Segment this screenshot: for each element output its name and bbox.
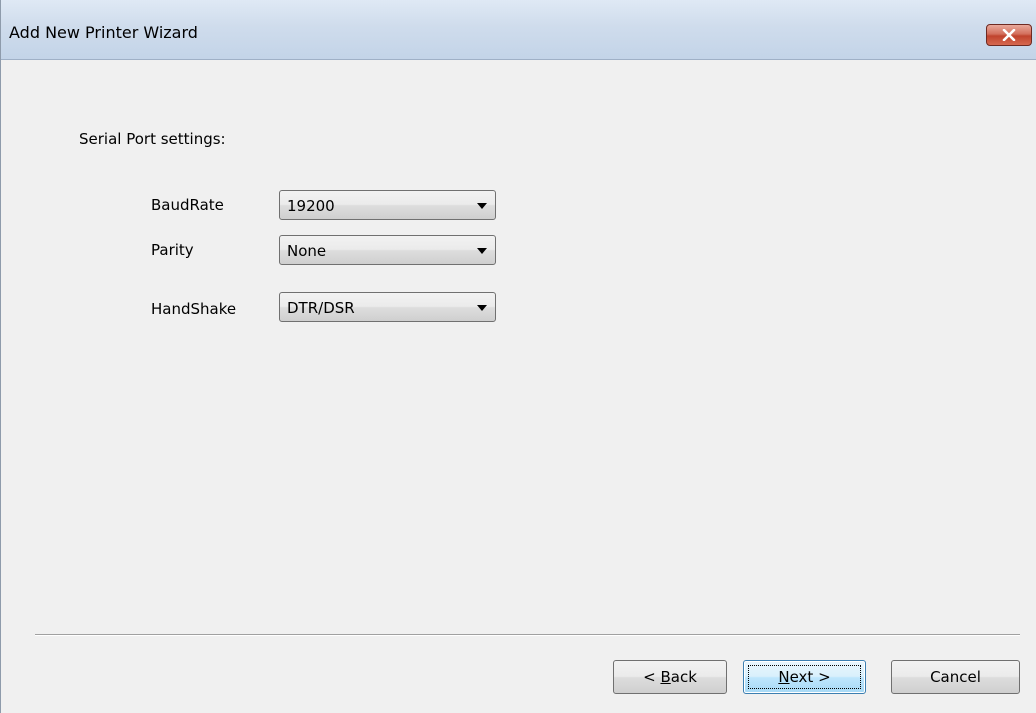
baudrate-value: 19200 [287, 197, 335, 215]
next-button-mnemonic: N [778, 668, 790, 686]
handshake-label: HandShake [151, 300, 237, 318]
window-title: Add New Printer Wizard [9, 23, 198, 42]
next-button[interactable]: Next > [743, 660, 866, 694]
chevron-down-icon [477, 305, 487, 311]
baudrate-select[interactable]: 19200 [279, 190, 496, 220]
baudrate-label: BaudRate [151, 196, 224, 214]
back-button[interactable]: < Back [613, 660, 727, 694]
parity-label: Parity [151, 241, 194, 259]
back-button-rest: ack [670, 668, 697, 686]
parity-value: None [287, 242, 327, 260]
chevron-down-icon [477, 248, 487, 254]
back-button-prefix: < [643, 668, 661, 686]
handshake-value: DTR/DSR [287, 299, 355, 317]
footer-separator [35, 634, 1020, 636]
wizard-window: Add New Printer Wizard Serial Port setti… [0, 0, 1036, 713]
chevron-down-icon [477, 203, 487, 209]
parity-select[interactable]: None [279, 235, 496, 265]
back-button-mnemonic: B [660, 668, 671, 686]
serial-port-settings-heading: Serial Port settings: [79, 130, 226, 148]
title-bar[interactable]: Add New Printer Wizard [1, 0, 1036, 60]
cancel-button[interactable]: Cancel [891, 660, 1020, 694]
next-button-rest: ext > [789, 668, 831, 686]
close-button[interactable] [986, 24, 1032, 46]
handshake-select[interactable]: DTR/DSR [279, 292, 496, 322]
close-icon [1002, 29, 1016, 41]
